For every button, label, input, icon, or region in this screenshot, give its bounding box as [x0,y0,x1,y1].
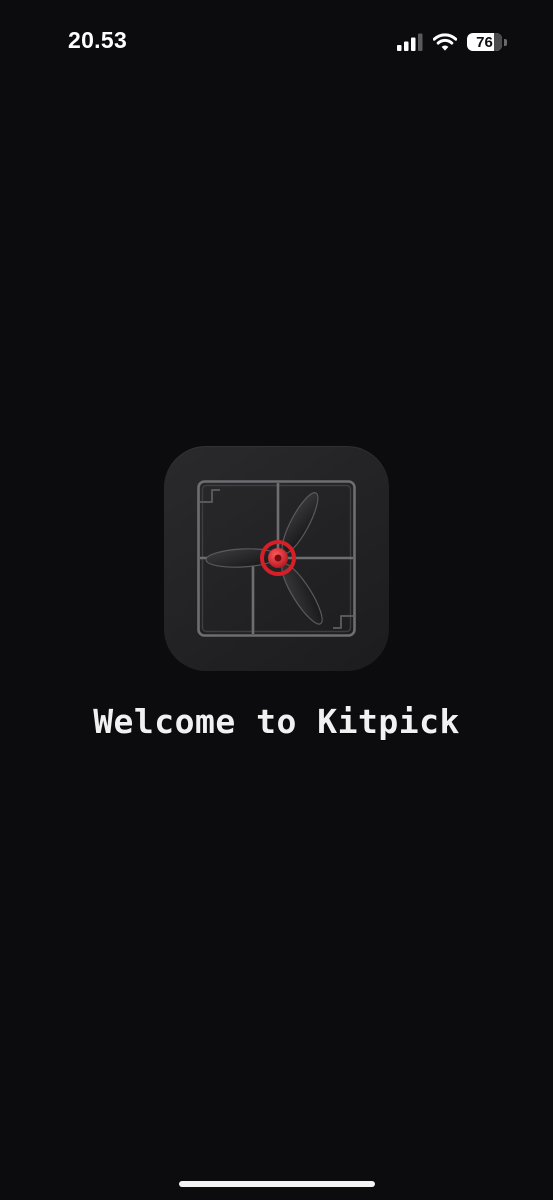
home-indicator[interactable] [179,1181,375,1187]
battery-cap [504,39,507,46]
welcome-title: Welcome to Kitpick [93,702,460,741]
battery-level: 76 [476,34,493,51]
status-icons: 76 [397,30,507,54]
status-time: 20.53 [68,27,128,53]
battery-body: 76 [467,33,502,51]
kitpick-propeller-sprue-logo [197,480,356,637]
cellular-signal-icon [397,33,423,51]
status-bar: 20.53 76 [0,0,553,84]
wifi-icon [433,33,457,51]
battery-icon: 76 [467,31,507,53]
app-icon [164,446,389,671]
